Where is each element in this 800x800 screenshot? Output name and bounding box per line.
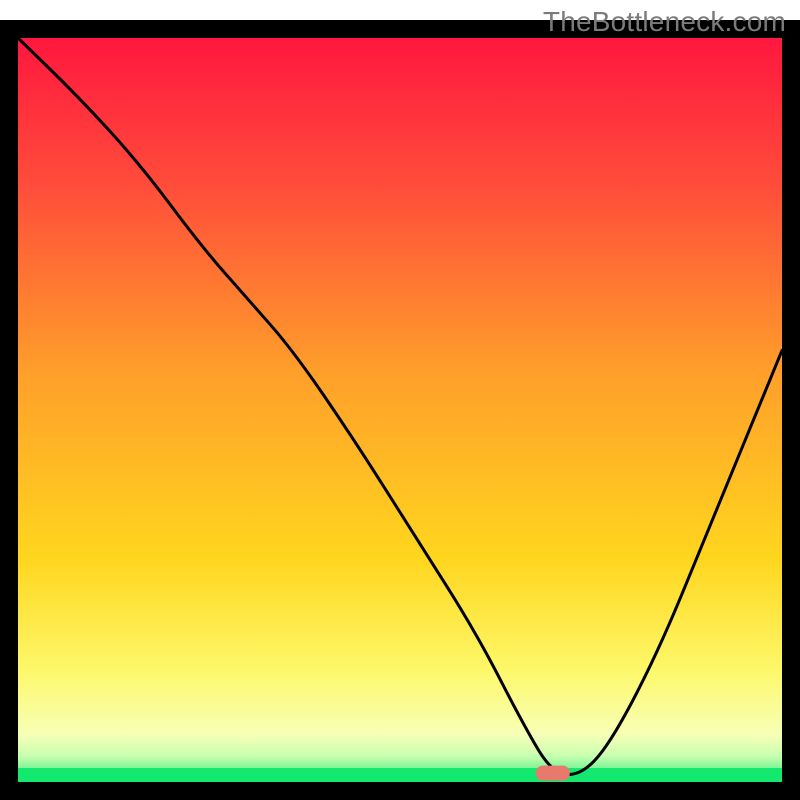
chart-svg bbox=[0, 0, 800, 800]
plot-area bbox=[18, 38, 782, 782]
chart-container: TheBottleneck.com bbox=[0, 0, 800, 800]
curve-marker bbox=[536, 766, 570, 781]
watermark: TheBottleneck.com bbox=[543, 6, 786, 38]
gradient-background bbox=[18, 38, 782, 782]
bottom-band bbox=[18, 768, 782, 782]
